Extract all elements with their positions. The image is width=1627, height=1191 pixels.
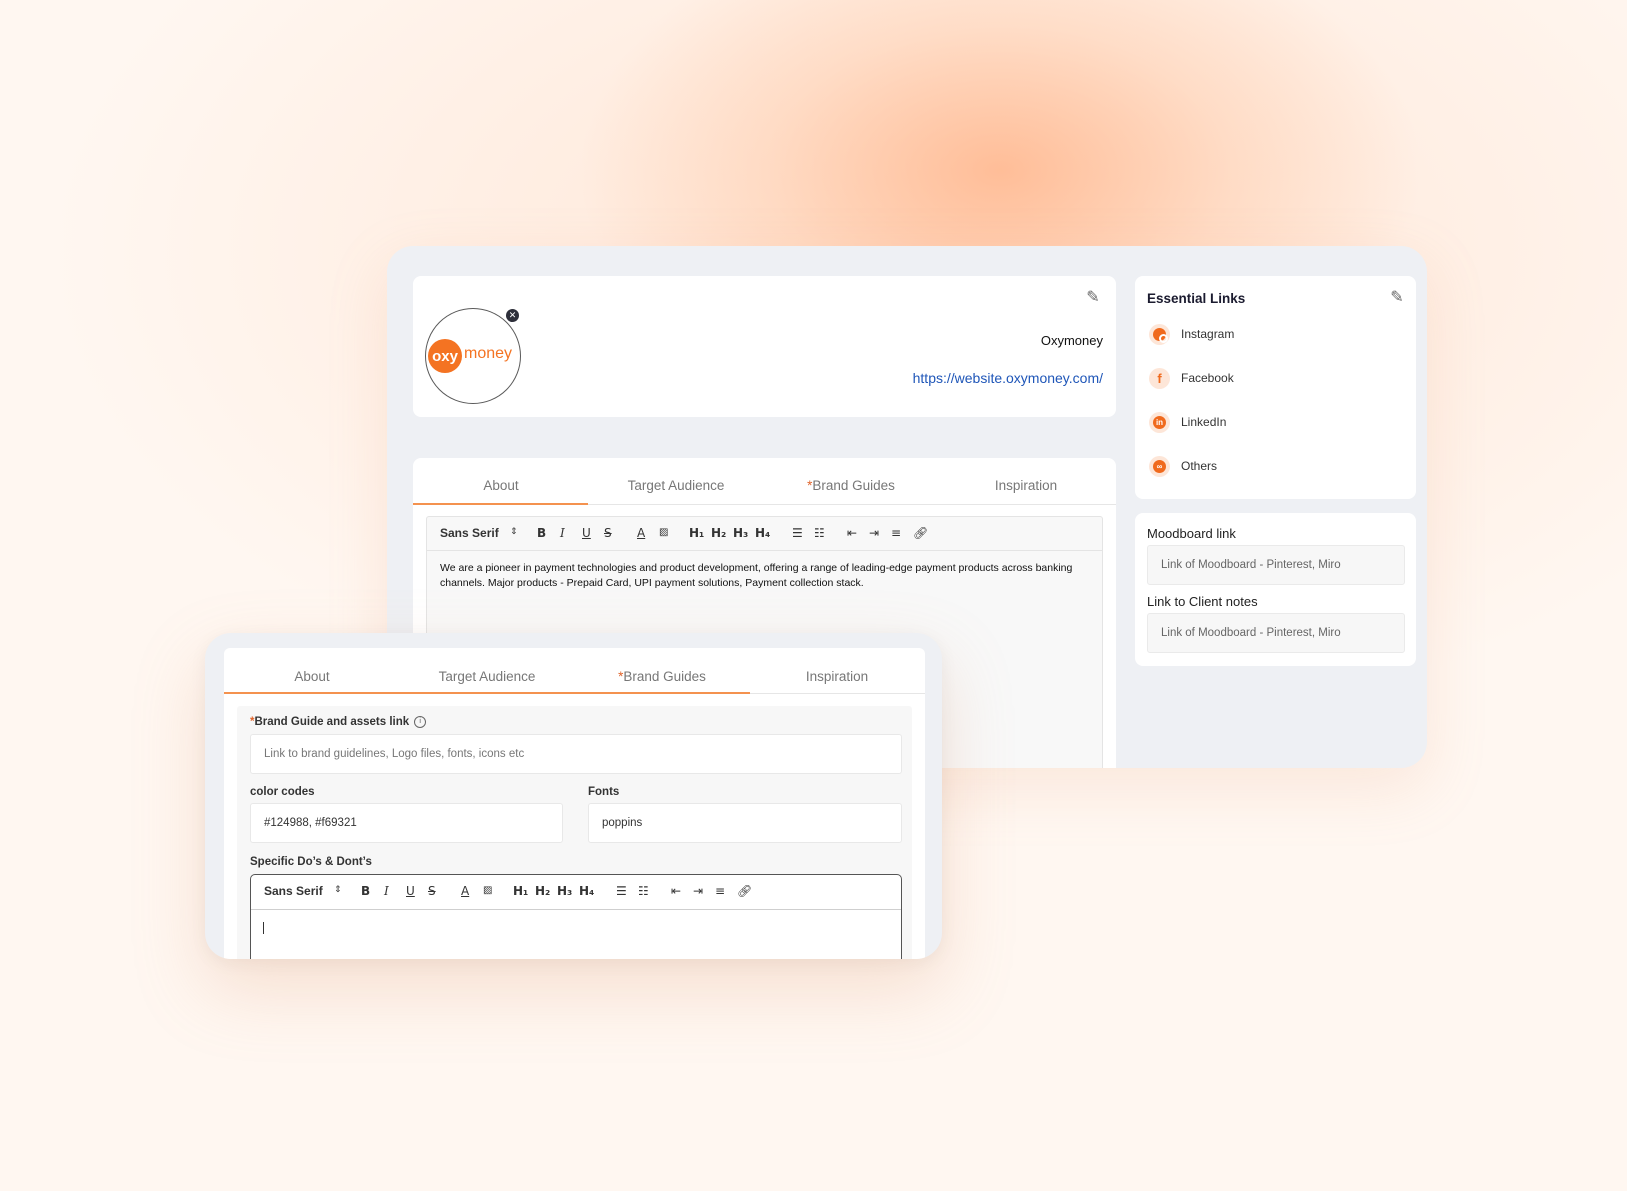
italic-button[interactable]: I (384, 884, 389, 898)
h1-button[interactable]: H₁ (513, 884, 528, 898)
active-tab-indicator (224, 692, 750, 694)
color-codes-label: color codes (250, 786, 315, 798)
tab-brand-guides[interactable]: *Brand Guides (574, 669, 750, 684)
essential-links-title: Essential Links (1147, 291, 1246, 306)
linkedin-icon: in (1149, 412, 1170, 433)
moodboard-panel: Moodboard link Link of Moodboard - Pinte… (1135, 513, 1416, 666)
h4-button[interactable]: H₄ (579, 884, 594, 898)
font-select[interactable]: Sans Serif (264, 884, 323, 898)
color-codes-input[interactable]: #124988, #f69321 (250, 803, 563, 843)
tab-target-audience[interactable]: Target Audience (588, 478, 764, 493)
h2-button[interactable]: H₂ (535, 884, 550, 898)
instagram-icon (1149, 324, 1170, 345)
text-color-button[interactable]: A (637, 526, 645, 540)
font-select[interactable]: Sans Serif (440, 526, 499, 540)
align-icon[interactable]: ≡ (891, 526, 901, 540)
outdent-icon[interactable]: ⇤ (671, 884, 681, 898)
tab-target-audience[interactable]: Target Audience (399, 669, 575, 684)
brand-website-link[interactable]: https://website.oxymoney.com/ (913, 370, 1103, 386)
tab-inspiration[interactable]: Inspiration (749, 669, 925, 684)
dos-donts-label: Specific Do’s & Dont’s (250, 856, 372, 868)
client-notes-input[interactable]: Link of Moodboard - Pinterest, Miro (1147, 613, 1405, 653)
indent-icon[interactable]: ⇥ (693, 884, 703, 898)
link-label-linkedin: LinkedIn (1181, 415, 1227, 429)
brand-guides-card: About Target Audience *Brand Guides Insp… (205, 633, 942, 959)
align-icon[interactable]: ≡ (715, 884, 725, 898)
underline-button[interactable]: U (406, 884, 415, 898)
strike-button[interactable]: S (428, 884, 436, 898)
strike-button[interactable]: S (604, 526, 612, 540)
h3-button[interactable]: H₃ (733, 526, 748, 540)
ordered-list-icon[interactable]: ☰ (616, 884, 627, 898)
brand-name: Oxymoney (1040, 333, 1103, 348)
underline-button[interactable]: U (582, 526, 591, 540)
moodboard-input[interactable]: Link of Moodboard - Pinterest, Miro (1147, 545, 1405, 585)
brand-guides-panel: About Target Audience *Brand Guides Insp… (224, 648, 925, 959)
font-dropdown-icon[interactable]: ⇕ (334, 885, 342, 895)
facebook-icon: f (1149, 368, 1170, 389)
edit-links-icon[interactable]: ✎ (1388, 289, 1406, 307)
link-icon[interactable]: 🔗︎ (913, 526, 928, 540)
link-label-others: Others (1181, 459, 1218, 473)
italic-button[interactable]: I (560, 526, 565, 540)
brand-header-panel: oxy money ✕ ✎ Oxymoney https://website.o… (413, 276, 1116, 417)
logo-oxy-text: oxy (428, 339, 462, 373)
tab-about[interactable]: About (413, 478, 589, 493)
ordered-list-icon[interactable]: ☰ (792, 526, 803, 540)
dos-donts-editor[interactable]: Sans Serif ⇕ B I U S A ▨ H₁ H₂ H₃ H₄ ☰ ☷… (250, 874, 902, 959)
h4-button[interactable]: H₄ (755, 526, 770, 540)
fonts-input[interactable]: poppins (588, 803, 902, 843)
essential-links-panel: Essential Links ✎ Instagram f Facebook i… (1135, 276, 1416, 499)
logo-money-text: money (464, 345, 513, 362)
edit-profile-icon[interactable]: ✎ (1084, 289, 1102, 307)
chain-link-icon: ∞ (1149, 456, 1170, 477)
about-text[interactable]: We are a pioneer in payment technologies… (440, 561, 1082, 590)
remove-logo-icon[interactable]: ✕ (506, 309, 519, 322)
link-label-facebook: Facebook (1181, 371, 1234, 385)
moodboard-label: Moodboard link (1147, 526, 1236, 541)
bullet-list-icon[interactable]: ☷ (638, 884, 649, 898)
outdent-icon[interactable]: ⇤ (847, 526, 857, 540)
info-icon[interactable]: i (414, 716, 427, 728)
background-color-icon[interactable]: ▨ (483, 885, 492, 896)
brand-logo: oxy money (425, 308, 521, 404)
assets-link-input[interactable]: Link to brand guidelines, Logo files, fo… (250, 734, 902, 774)
font-dropdown-icon[interactable]: ⇕ (510, 527, 518, 537)
background-color-icon[interactable]: ▨ (659, 527, 668, 538)
tab-inspiration[interactable]: Inspiration (938, 478, 1114, 493)
indent-icon[interactable]: ⇥ (869, 526, 879, 540)
brand-guides-form: *Brand Guide and assets link i Link to br… (237, 706, 912, 959)
h2-button[interactable]: H₂ (711, 526, 726, 540)
link-icon[interactable]: 🔗︎ (737, 884, 752, 898)
tab-about[interactable]: About (224, 669, 400, 684)
assets-link-label: *Brand Guide and assets link i (250, 716, 427, 728)
active-tab-indicator (413, 503, 588, 505)
client-notes-label: Link to Client notes (1147, 594, 1258, 609)
bold-button[interactable]: B (537, 526, 546, 540)
h3-button[interactable]: H₃ (557, 884, 572, 898)
tab-bar: About Target Audience *Brand Guides Insp… (413, 458, 1116, 505)
tab-bar-front: About Target Audience *Brand Guides Insp… (224, 648, 925, 694)
bold-button[interactable]: B (361, 884, 370, 898)
fonts-label: Fonts (588, 786, 620, 798)
bullet-list-icon[interactable]: ☷ (814, 526, 825, 540)
h1-button[interactable]: H₁ (689, 526, 704, 540)
text-color-button[interactable]: A (461, 884, 469, 898)
editor-toolbar: Sans Serif ⇕ B I U S A ▨ H₁ H₂ H₃ H₄ ☰ ☷… (427, 517, 1102, 551)
link-label-instagram: Instagram (1181, 327, 1235, 341)
tab-brand-guides[interactable]: *Brand Guides (763, 478, 939, 493)
text-cursor (263, 922, 264, 934)
editor-toolbar: Sans Serif ⇕ B I U S A ▨ H₁ H₂ H₃ H₄ ☰ ☷… (251, 875, 901, 910)
